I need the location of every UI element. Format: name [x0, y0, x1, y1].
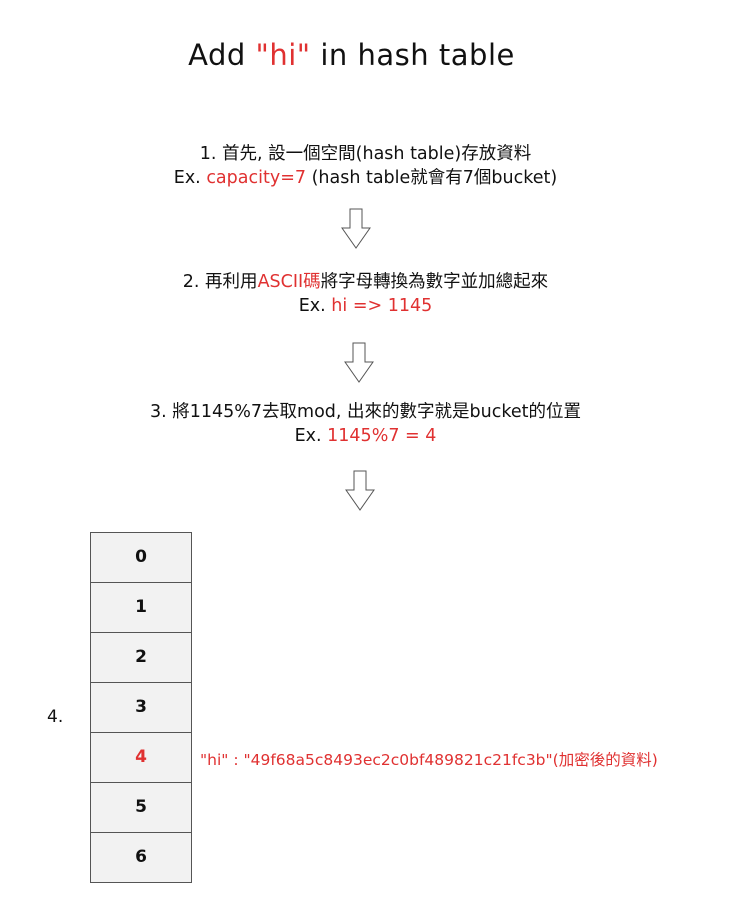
title-suffix: in hash table: [310, 38, 515, 72]
step-2-example-prefix: Ex.: [298, 296, 332, 316]
bucket-cell: 5: [91, 782, 191, 832]
down-arrow-icon: [341, 208, 371, 249]
page-title: Add "hi" in hash table: [0, 38, 703, 72]
step-3-example-highlight: 1145%7 = 4: [327, 426, 437, 446]
step-1: 1. 首先, 設一個空間(hash table)存放資料 Ex. capacit…: [0, 142, 731, 190]
down-arrow-icon: [344, 342, 374, 383]
step-2-example: Ex. hi => 1145: [0, 294, 731, 318]
step-4-label: 4.: [47, 707, 64, 727]
step-3-example: Ex. 1145%7 = 4: [0, 424, 731, 448]
bucket-cell: 0: [135, 547, 147, 567]
hash-table: 0 123456: [90, 532, 192, 883]
step-1-example: Ex. capacity=7 (hash table就會有7個bucket): [0, 166, 731, 190]
step-1-example-highlight: capacity=7: [206, 168, 306, 188]
bucket-cell: 3: [91, 682, 191, 732]
step-3-description: 3. 將1145%7去取mod, 出來的數字就是bucket的位置: [149, 402, 581, 422]
bucket-cell: 1: [91, 582, 191, 632]
step-1-example-prefix: Ex.: [173, 168, 207, 188]
step-1-description: 1. 首先, 設一個空間(hash table)存放資料: [199, 144, 532, 164]
step-1-example-suffix: (hash table就會有7個bucket): [306, 168, 558, 188]
step-2-description-prefix: 2. 再利用: [182, 272, 258, 292]
bucket-cell: 6: [91, 832, 191, 882]
title-highlight: "hi": [255, 38, 311, 72]
stored-entry: "hi" : "49f68a5c8493ec2c0bf489821c21fc3b…: [200, 751, 658, 769]
step-3-example-prefix: Ex.: [294, 426, 328, 446]
down-arrow-icon: [345, 470, 375, 511]
step-3: 3. 將1145%7去取mod, 出來的數字就是bucket的位置 Ex. 11…: [0, 400, 731, 448]
step-2-description-suffix: 將字母轉換為數字並加總起來: [320, 272, 549, 292]
title-prefix: Add: [188, 38, 256, 72]
step-2-description: 2. 再利用ASCII碼將字母轉換為數字並加總起來: [0, 270, 731, 294]
step-2-description-highlight: ASCII碼: [257, 272, 321, 292]
step-2-example-highlight: hi => 1145: [331, 296, 433, 316]
bucket-cell: 2: [91, 632, 191, 682]
bucket-cell: 4: [91, 732, 191, 782]
step-2: 2. 再利用ASCII碼將字母轉換為數字並加總起來 Ex. hi => 1145: [0, 270, 731, 318]
